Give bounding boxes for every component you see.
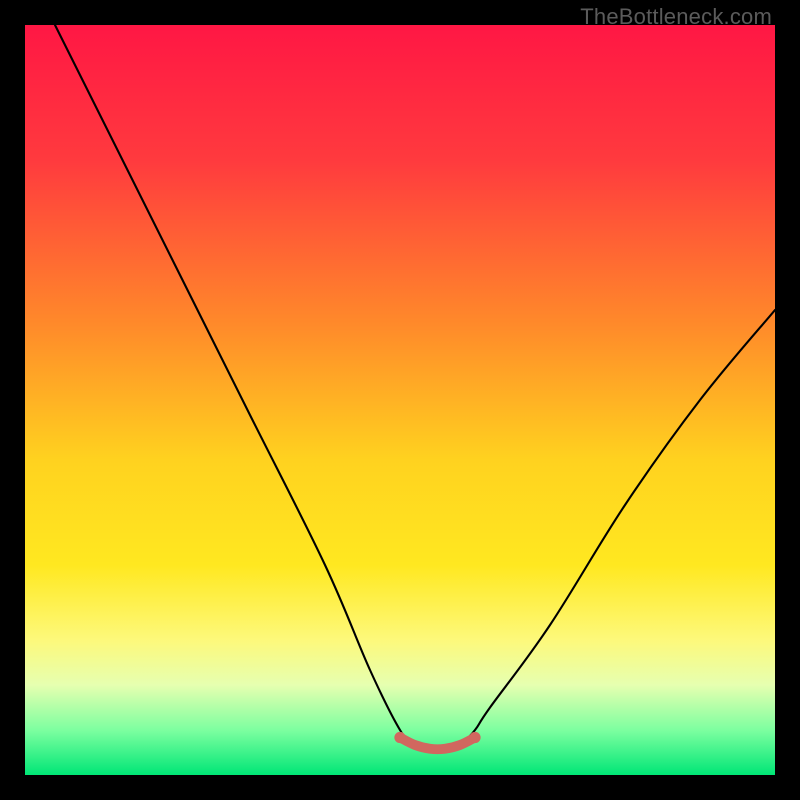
plot-area <box>25 25 775 775</box>
flat-segment-line <box>400 738 475 750</box>
flat-segment-dot-left <box>394 732 405 743</box>
flat-segment-dot-right <box>469 732 480 743</box>
watermark-text: TheBottleneck.com <box>580 4 772 30</box>
curve-layer <box>25 25 775 775</box>
chart-frame: TheBottleneck.com <box>0 0 800 800</box>
v-curve-line <box>55 25 775 749</box>
